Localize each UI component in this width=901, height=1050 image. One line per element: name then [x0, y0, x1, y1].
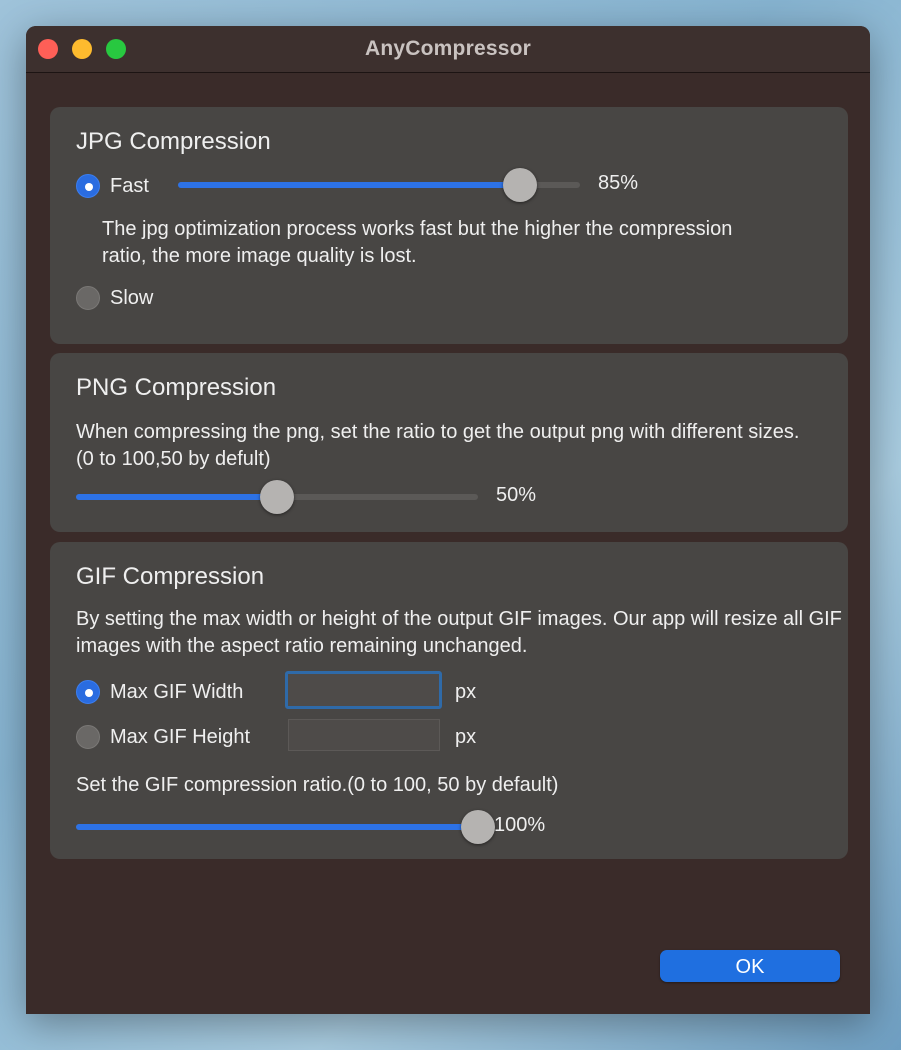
- png-heading: PNG Compression: [76, 374, 277, 401]
- png-slider-fill: [76, 494, 277, 500]
- gif-description: By setting the max width or height of th…: [76, 608, 842, 657]
- app-window: AnyCompressor JPG Compression Fast 85% T…: [26, 26, 870, 1014]
- png-slider-knob[interactable]: [260, 480, 294, 514]
- gif-ratio-label: Set the GIF compression ratio.(0 to 100,…: [76, 774, 559, 796]
- max-width-input[interactable]: [285, 671, 442, 709]
- slow-radio[interactable]: [76, 286, 100, 310]
- max-height-radio[interactable]: [76, 725, 100, 749]
- jpg-quality-slider[interactable]: [178, 168, 580, 202]
- jpg-slider-knob[interactable]: [502, 168, 537, 202]
- max-width-radio[interactable]: [76, 680, 100, 704]
- png-description: When compressing the png, set the ratio …: [76, 421, 800, 470]
- gif-ratio-slider[interactable]: [76, 810, 495, 844]
- png-ratio-slider[interactable]: [76, 480, 478, 514]
- max-height-unit: px: [455, 726, 477, 748]
- window-title: AnyCompressor: [365, 37, 531, 60]
- jpg-description: The jpg optimization process works fast …: [102, 218, 733, 267]
- jpg-heading: JPG Compression: [76, 128, 271, 155]
- jpg-compression-panel: JPG Compression Fast 85% The jpg optimiz…: [50, 107, 848, 344]
- slow-label[interactable]: Slow: [110, 287, 153, 310]
- max-height-input[interactable]: [288, 719, 440, 751]
- gif-slider-value: 100%: [494, 814, 546, 836]
- max-height-label[interactable]: Max GIF Height: [110, 726, 250, 749]
- gif-slider-fill: [76, 824, 478, 830]
- fast-label[interactable]: Fast: [110, 175, 149, 198]
- ok-button[interactable]: OK: [660, 950, 840, 982]
- jpg-slider-fill: [178, 182, 520, 188]
- gif-heading: GIF Compression: [76, 563, 265, 590]
- title-bar[interactable]: AnyCompressor: [26, 26, 870, 73]
- gif-compression-panel: GIF Compression By setting the max width…: [50, 542, 848, 859]
- jpg-slider-value: 85%: [598, 172, 639, 194]
- png-compression-panel: PNG Compression When compressing the png…: [50, 353, 848, 532]
- fast-radio[interactable]: [76, 174, 100, 198]
- png-slider-value: 50%: [496, 484, 537, 506]
- max-width-unit: px: [455, 681, 477, 703]
- gif-slider-knob[interactable]: [461, 810, 495, 844]
- max-width-label[interactable]: Max GIF Width: [110, 681, 243, 704]
